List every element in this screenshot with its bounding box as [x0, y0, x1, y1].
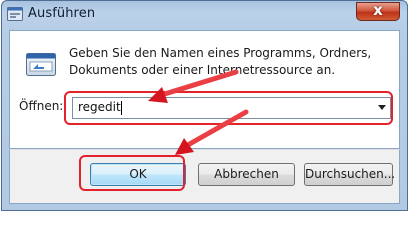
text-caret [121, 101, 122, 115]
run-dialog-icon [7, 7, 23, 21]
open-input-value[interactable]: regedit [78, 100, 121, 114]
open-combobox[interactable]: regedit [72, 97, 391, 119]
browse-button[interactable]: Durchsuchen... [304, 163, 395, 186]
dialog-description: Geben Sie den Namen eines Programms, Ord… [69, 46, 372, 77]
close-icon: x [373, 1, 383, 19]
dialog-body: Geben Sie den Namen eines Programms, Ord… [9, 30, 400, 149]
run-dialog-window: Ausführen x Geben Sie den Namen eines Pr… [1, 0, 408, 211]
button-bar: OK Abbrechen Durchsuchen... [9, 149, 400, 204]
window-title: Ausführen [28, 6, 96, 21]
cancel-button[interactable]: Abbrechen [198, 163, 295, 186]
run-program-icon [26, 53, 56, 76]
ok-button[interactable]: OK [90, 163, 186, 186]
title-bar[interactable]: Ausführen x [2, 1, 407, 29]
chevron-down-icon[interactable] [378, 105, 386, 110]
close-button[interactable]: x [356, 1, 400, 21]
open-label: Öffnen: [19, 99, 64, 113]
